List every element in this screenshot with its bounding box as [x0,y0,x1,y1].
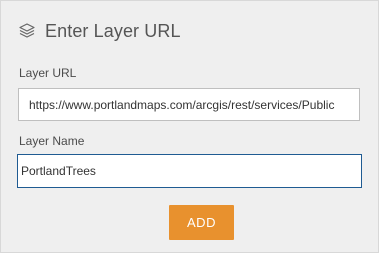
add-button[interactable]: ADD [169,205,234,240]
layer-name-input[interactable] [17,154,362,188]
enter-layer-url-panel: Enter Layer URL Layer URL Layer Name ADD [0,0,379,253]
panel-header: Enter Layer URL [17,17,181,45]
layers-icon [17,21,37,41]
layer-url-label: Layer URL [19,66,77,80]
layer-url-input[interactable] [18,88,360,121]
panel-title: Enter Layer URL [45,20,181,41]
layer-name-label: Layer Name [19,134,85,148]
